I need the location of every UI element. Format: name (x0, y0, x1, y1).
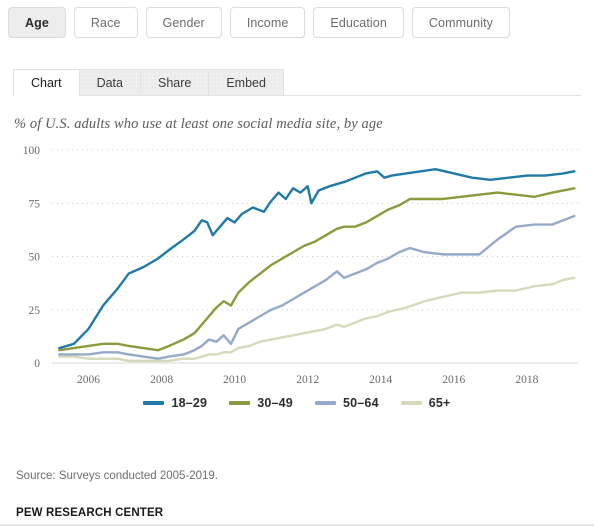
legend-label-65+: 65+ (428, 396, 451, 410)
y-axis-tick-50: 50 (29, 252, 41, 264)
filter-button-race[interactable]: Race (73, 7, 138, 38)
filter-button-income[interactable]: Income (229, 7, 306, 38)
filter-button-age[interactable]: Age (8, 7, 66, 38)
chart-title: % of U.S. adults who use at least one so… (14, 116, 383, 132)
series-line-18-29 (58, 167, 576, 350)
filter-button-community[interactable]: Community (411, 7, 511, 38)
pew-chart-widget: Age Race Gender Income Education Community Ch… (0, 0, 594, 526)
legend-item-65+[interactable]: 65+ (400, 396, 451, 410)
filter-button-education[interactable]: Education (313, 7, 404, 38)
tab-chart[interactable]: Chart (13, 69, 80, 96)
tab-data[interactable]: Data (79, 69, 141, 96)
x-axis-tick-2006: 2006 (77, 374, 100, 386)
y-axis-tick-100: 100 (23, 145, 41, 157)
series-line-50-64 (58, 214, 576, 360)
legend-swatch-30-49 (229, 401, 251, 405)
y-axis-tick-75: 75 (29, 198, 41, 210)
chart-plot-area: 0 25 50 75 100 2006 2008 2010 2012 2014 2016 2018 (0, 140, 594, 390)
y-axis-tick-0: 0 (34, 358, 40, 370)
filter-button-gender[interactable]: Gender (145, 7, 222, 38)
legend-label-18-29: 18–29 (171, 396, 208, 410)
chart-legend: 18–29 30–49 50–64 65+ (0, 396, 594, 410)
legend-swatch-50-64 (314, 401, 336, 405)
x-axis-tick-2014: 2014 (369, 374, 392, 386)
demographic-filter-group: Age Race Gender Income Education Community (8, 7, 511, 38)
source-note: Source: Surveys conducted 2005-2019. (16, 470, 219, 482)
tab-active-underline-mask (14, 95, 78, 96)
y-axis-tick-25: 25 (29, 305, 41, 317)
legend-label-50-64: 50–64 (342, 396, 379, 410)
tab-share[interactable]: Share (140, 69, 210, 96)
legend-item-50-64[interactable]: 50–64 (314, 396, 379, 410)
pew-research-center-label: PEW RESEARCH CENTER (16, 507, 164, 519)
legend-item-18-29[interactable]: 18–29 (143, 396, 207, 410)
series-line-65+ (58, 276, 576, 363)
legend-swatch-18-29 (143, 401, 165, 405)
x-axis-tick-2010: 2010 (223, 374, 246, 386)
legend-item-30-49[interactable]: 30–49 (229, 396, 293, 410)
legend-swatch-65+ (400, 401, 422, 405)
legend-label-30-49: 30–49 (257, 396, 293, 410)
x-axis-tick-2018: 2018 (515, 374, 538, 386)
view-tab-group: Chart Data Share Embed (13, 69, 284, 96)
tab-embed[interactable]: Embed (209, 69, 284, 96)
x-axis-tick-2012: 2012 (296, 374, 319, 386)
tab-underline (13, 95, 581, 96)
x-axis-tick-2016: 2016 (442, 374, 465, 386)
pew-footer: PEW RESEARCH CENTER (16, 503, 594, 521)
x-axis-tick-2008: 2008 (150, 374, 173, 386)
line-chart-svg: 0 25 50 75 100 2006 2008 2010 2012 2014 2016 2018 (23, 145, 578, 386)
